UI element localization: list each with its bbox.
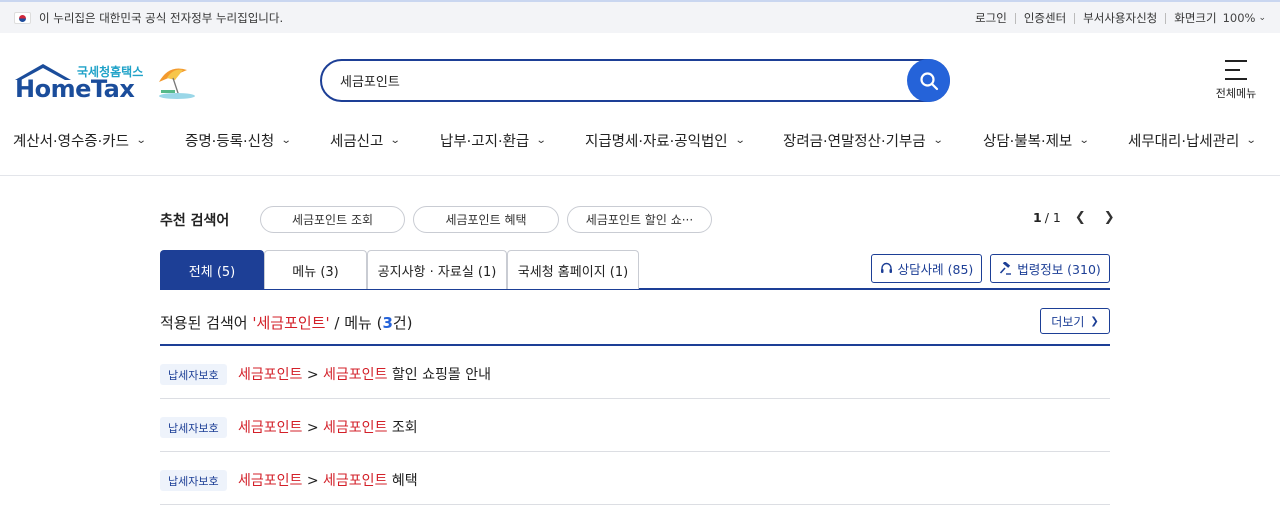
- recommend-chip[interactable]: 세금포인트 혜택: [413, 206, 559, 233]
- recommend-chip[interactable]: 세금포인트 할인 쇼···: [567, 206, 712, 233]
- chevron-down-icon: ⌄: [281, 135, 292, 146]
- chevron-right-icon[interactable]: ❯: [1104, 210, 1115, 225]
- result-count: 3: [382, 314, 393, 332]
- result-link[interactable]: 세금포인트 > 세금포인트 혜택: [238, 470, 418, 490]
- main-nav: 계산서·영수증·카드 ⌄ 증명·등록·신청 ⌄ 세금신고 ⌄ 납부·고지·환급 ⌄ 지급…: [0, 126, 1280, 156]
- result-link[interactable]: 세금포인트 > 세금포인트 할인 쇼핑몰 안내: [238, 364, 491, 384]
- nav-item-payment-statement[interactable]: 지급명세·자료·공익법인 ⌄: [585, 130, 746, 151]
- cert-center-link[interactable]: 인증센터: [1024, 10, 1066, 26]
- login-link[interactable]: 로그인: [975, 10, 1007, 26]
- gavel-icon: [1000, 262, 1012, 275]
- chevron-down-icon: ⌄: [932, 135, 944, 146]
- tab-nts-homepage[interactable]: 국세청 홈페이지 (1): [507, 250, 639, 289]
- chevron-down-icon: ⌄: [734, 135, 746, 146]
- gov-topbar: 이 누리집은 대한민국 공식 전자정부 누리집입니다. 로그인 인증센터 부서사…: [0, 0, 1280, 33]
- gov-notice: 이 누리집은 대한민국 공식 전자정부 누리집입니다.: [14, 10, 283, 26]
- hamburger-icon: [1225, 60, 1247, 80]
- search-input[interactable]: [340, 70, 900, 90]
- nav-item-incentive[interactable]: 장려금·연말정산·기부금 ⌄: [783, 130, 944, 151]
- chevron-down-icon: ⌄: [135, 135, 147, 146]
- top-links: 로그인 인증센터 부서사용자신청 화면크기 100% ⌄: [975, 10, 1266, 26]
- applied-keyword-heading: 적용된 검색어 '세금포인트' / 메뉴 (3건): [160, 314, 413, 332]
- law-info-button[interactable]: 법령정보 (310): [990, 254, 1110, 283]
- more-button[interactable]: 더보기 ❯: [1040, 308, 1110, 334]
- dept-user-apply-link[interactable]: 부서사용자신청: [1083, 10, 1157, 26]
- nav-item-consult[interactable]: 상담·불복·제보 ⌄: [983, 130, 1090, 151]
- divider: [1074, 12, 1076, 24]
- result-row[interactable]: 납세자보호 세금포인트 > 세금포인트 혜택: [160, 452, 1110, 505]
- search-box: [320, 59, 950, 102]
- consult-cases-button[interactable]: 상담사례 (85): [871, 254, 982, 283]
- all-menu-label: 전체메뉴: [1215, 87, 1257, 100]
- result-row[interactable]: 납세자보호 세금포인트 > 세금포인트 조회: [160, 399, 1110, 452]
- tab-all[interactable]: 전체 (5): [160, 250, 264, 289]
- zoom-label: 화면크기: [1174, 11, 1217, 25]
- header-divider: [0, 175, 1280, 176]
- nav-item-payment[interactable]: 납부·고지·환급 ⌄: [440, 130, 547, 151]
- consult-cases-label: 상담사례 (85): [897, 262, 974, 277]
- nav-item-invoice[interactable]: 계산서·영수증·카드 ⌄: [13, 130, 147, 151]
- zoom-select[interactable]: 100%: [1223, 11, 1256, 25]
- more-label: 더보기: [1051, 314, 1085, 329]
- nav-item-agent[interactable]: 세무대리·납세관리 ⌄: [1128, 130, 1257, 151]
- search-icon: [919, 71, 938, 90]
- page-total: / 1: [1044, 210, 1061, 225]
- search-button[interactable]: [907, 59, 950, 102]
- page-current: 1: [1033, 210, 1042, 225]
- category-badge: 납세자보호: [160, 470, 227, 491]
- headset-icon: [880, 262, 892, 273]
- chevron-down-icon: ⌄: [1246, 135, 1257, 146]
- recommend-label: 추천 검색어: [160, 213, 230, 229]
- divider: [1165, 12, 1167, 24]
- hometax-logo[interactable]: 국세청홈택스 HomeTax: [13, 58, 203, 104]
- tab-menu[interactable]: 메뉴 (3): [264, 250, 367, 289]
- applied-keyword: '세금포인트': [252, 314, 330, 332]
- chevron-left-icon[interactable]: ❮: [1075, 210, 1086, 225]
- chevron-down-icon: ⌄: [536, 135, 547, 146]
- result-link[interactable]: 세금포인트 > 세금포인트 조회: [238, 417, 418, 437]
- nav-item-tax-return[interactable]: 세금신고 ⌄: [330, 130, 402, 151]
- chevron-down-icon: ⌄: [390, 135, 402, 146]
- category-badge: 납세자보호: [160, 417, 227, 438]
- chevron-right-icon: ❯: [1090, 315, 1099, 327]
- law-info-label: 법령정보 (310): [1017, 262, 1101, 277]
- recommend-chip[interactable]: 세금포인트 조회: [260, 206, 405, 233]
- chevron-down-icon: ⌄: [1079, 135, 1090, 146]
- chevron-down-icon[interactable]: ⌄: [1258, 13, 1266, 23]
- result-row[interactable]: 납세자보호 세금포인트 > 세금포인트 할인 쇼핑몰 안내: [160, 346, 1110, 399]
- category-badge: 납세자보호: [160, 364, 227, 385]
- beach-parasol-icon: [159, 68, 195, 99]
- recommend-pager: 1 / 1 ❮ ❯: [1033, 210, 1115, 225]
- logo-title: HomeTax: [15, 75, 135, 103]
- korea-flag-icon: [14, 12, 31, 24]
- all-menu-button[interactable]: 전체메뉴: [1212, 58, 1260, 104]
- gov-notice-text: 이 누리집은 대한민국 공식 전자정부 누리집입니다.: [39, 11, 284, 25]
- divider: [1014, 12, 1016, 24]
- tab-notice[interactable]: 공지사항 · 자료실 (1): [367, 250, 507, 289]
- nav-item-certificate[interactable]: 증명·등록·신청 ⌄: [185, 130, 292, 151]
